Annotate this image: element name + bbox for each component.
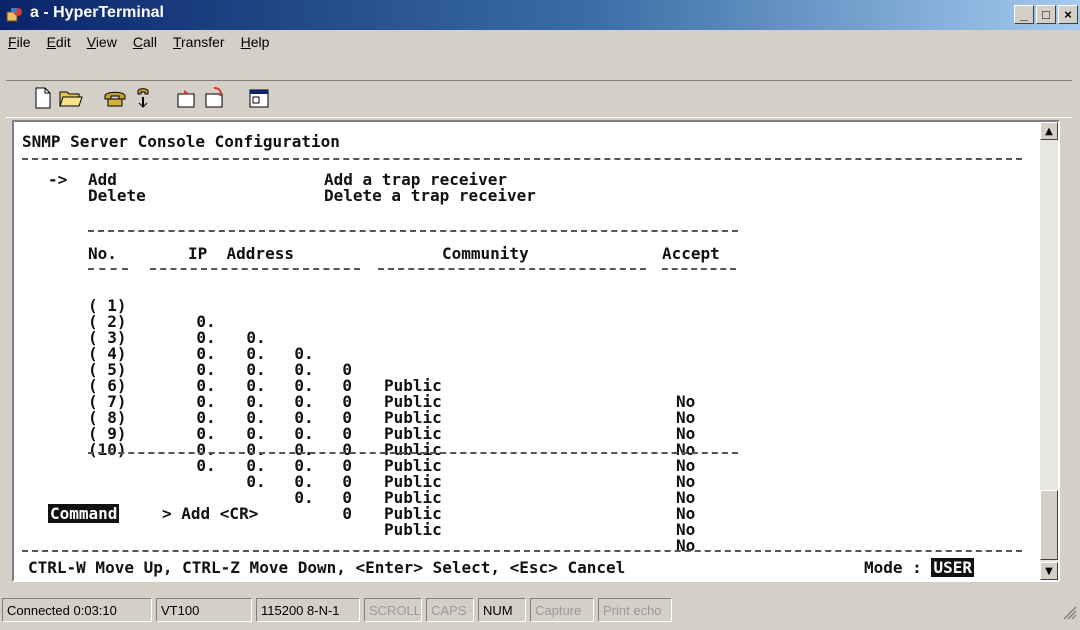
close-button[interactable]: × [1058, 5, 1078, 24]
table-row: ( 9) 0. 0. 0. 0 Public No [88, 424, 696, 539]
menu-view[interactable]: View [79, 32, 125, 54]
send-icon[interactable] [174, 85, 200, 111]
command-label: Command [48, 504, 120, 523]
open-icon[interactable] [58, 85, 84, 111]
vertical-scrollbar[interactable]: ▲ ▼ [1040, 122, 1058, 580]
minimize-button[interactable]: _ [1014, 5, 1034, 24]
new-icon[interactable] [30, 85, 56, 111]
status-print-echo: Print echo [598, 598, 672, 622]
underline-community [378, 268, 646, 270]
table-row: ( 7) 0. 0. 0. 0 Public No [88, 392, 696, 507]
menu-bar: File Edit View Call Transfer Help [0, 32, 277, 54]
hyperterminal-app-icon[interactable] [6, 6, 24, 24]
menu-edit[interactable]: Edit [39, 32, 79, 54]
column-header-ip-address: IP Address [188, 244, 294, 263]
underline-no [88, 268, 128, 270]
table-row: ( 1) 0. 0. 0. 0 Public No [88, 296, 696, 411]
underline-accept [662, 268, 736, 270]
menu-help[interactable]: Help [233, 32, 278, 54]
mode-value: USER [931, 558, 974, 577]
menu-transfer[interactable]: Transfer [165, 32, 233, 54]
menu-option-delete[interactable]: Delete [88, 188, 146, 204]
status-caps: CAPS [426, 598, 474, 622]
scroll-down-icon[interactable]: ▼ [1040, 562, 1058, 580]
status-capture: Capture [530, 598, 594, 622]
menu-option-delete-description: Delete a trap receiver [324, 186, 536, 205]
phone-icon[interactable] [102, 85, 128, 111]
header-divider [22, 158, 1022, 160]
resize-grip-icon[interactable] [1061, 604, 1077, 620]
table-row: ( 8) 0. 0. 0. 0 Public No [88, 408, 696, 523]
footer-divider [22, 550, 1022, 552]
status-connected: Connected 0:03:10 [2, 598, 152, 622]
terminal-screen[interactable]: SNMP Server Console Configuration -> Add… [14, 122, 1040, 580]
mode-indicator: Mode : USER [864, 558, 974, 577]
table-top-divider [88, 230, 738, 232]
status-num: NUM [478, 598, 526, 622]
toolbar [6, 80, 1072, 118]
hyperterminal-window: a - HyperTerminal _ □ × File Edit View C… [0, 0, 1080, 630]
footer-help: CTRL-W Move Up, CTRL-Z Move Down, <Enter… [28, 558, 626, 577]
status-port-settings: 115200 8-N-1 [256, 598, 360, 622]
column-header-accept: Accept [662, 244, 720, 263]
menu-call[interactable]: Call [125, 32, 165, 54]
status-emulation: VT100 [156, 598, 252, 622]
status-scroll: SCROLL [364, 598, 422, 622]
column-header-no: No. [88, 244, 117, 263]
window-title: a - HyperTerminal [30, 4, 164, 21]
table-row: ( 6) 0. 0. 0. 0 Public No [88, 376, 696, 491]
table-row: ( 5) 0. 0. 0. 0 Public No [88, 360, 696, 475]
maximize-button[interactable]: □ [1036, 5, 1056, 24]
status-bar: Connected 0:03:10 VT100 115200 8-N-1 SCR… [0, 596, 1080, 626]
column-header-community: Community [442, 244, 529, 263]
table-row: ( 2) 0. 0. 0. 0 Public No [88, 312, 696, 427]
receive-icon[interactable] [202, 85, 228, 111]
table-row: ( 4) 0. 0. 0. 0 Public No [88, 344, 696, 459]
table-bottom-divider [88, 452, 738, 454]
scroll-up-icon[interactable]: ▲ [1040, 122, 1058, 140]
disconnect-icon[interactable] [130, 85, 156, 111]
scroll-thumb[interactable] [1040, 490, 1058, 560]
command-prompt: Command [48, 504, 120, 523]
underline-ip-address [150, 268, 360, 270]
table-row: ( 3) 0. 0. 0. 0 Public No [88, 328, 696, 443]
title-bar[interactable]: a - HyperTerminal _ □ × [0, 0, 1080, 30]
menu-file[interactable]: File [0, 32, 39, 54]
table-row: (10) 0. 0. 0. 0 Public No [88, 440, 696, 555]
command-input[interactable]: > Add <CR> [162, 506, 258, 522]
properties-icon[interactable] [246, 85, 272, 111]
